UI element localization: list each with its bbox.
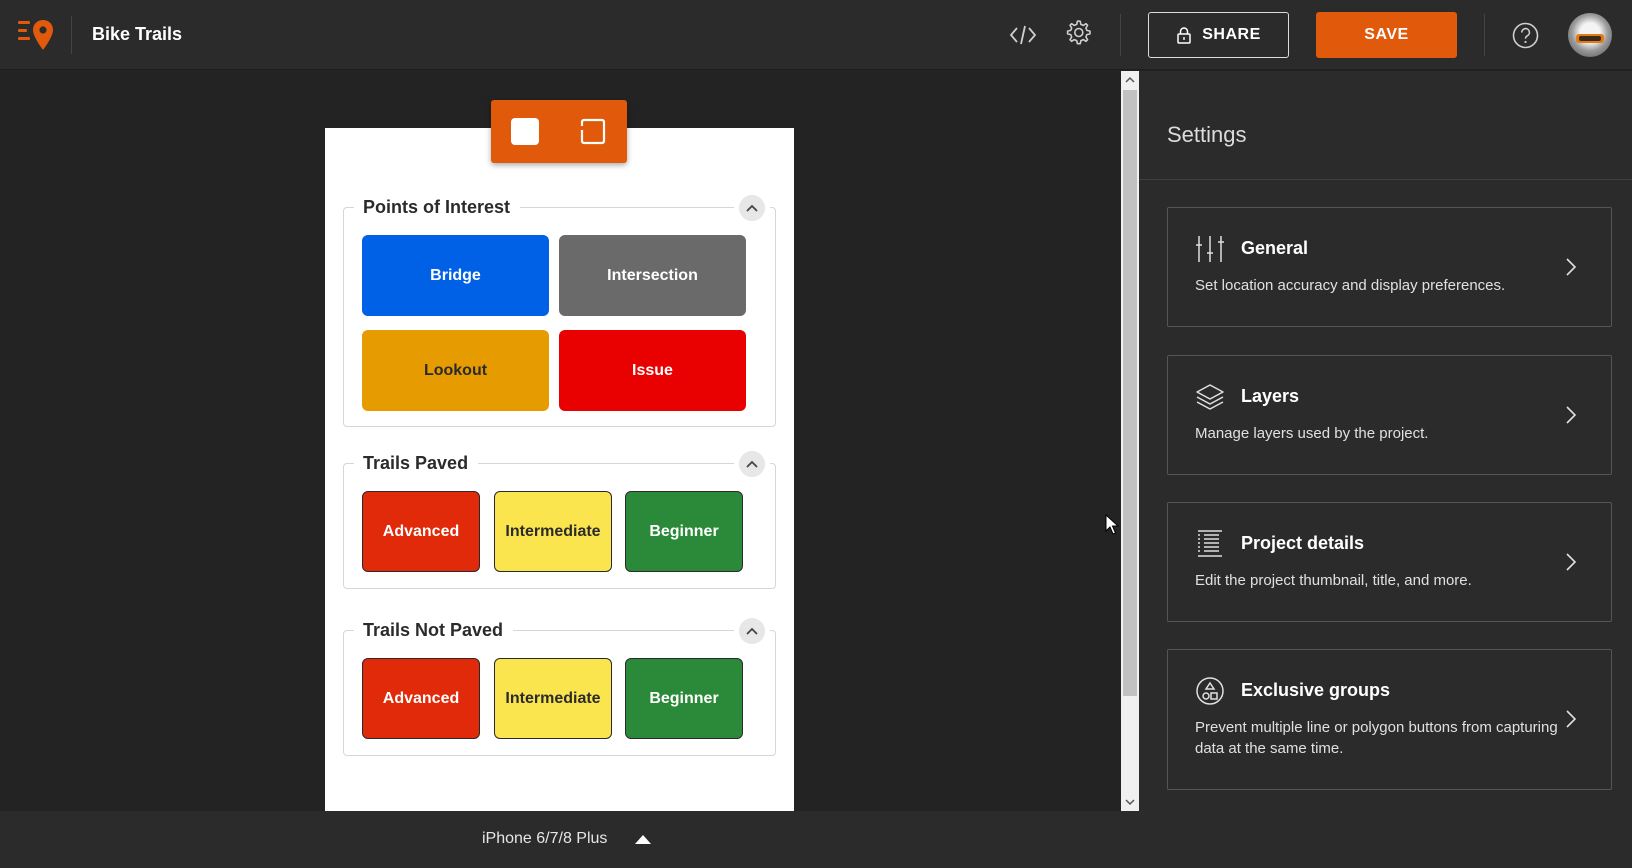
header-divider xyxy=(1120,14,1121,56)
chevron-right-icon xyxy=(1566,710,1577,728)
card-description: Edit the project thumbnail, title, and m… xyxy=(1195,572,1472,589)
chevron-up-icon xyxy=(746,460,758,468)
header-divider xyxy=(71,16,72,54)
card-title: Project details xyxy=(1241,533,1365,553)
button-group: Points of Interest Bridge Intersection L… xyxy=(343,195,776,427)
avatar[interactable] xyxy=(1568,13,1612,57)
outline-view-icon[interactable] xyxy=(579,118,607,145)
settings-card-exclusive-groups[interactable]: Exclusive groups Prevent multiple line o… xyxy=(1167,649,1612,790)
scroll-up-icon[interactable] xyxy=(1121,71,1139,89)
button-group: Trails Not Paved Advanced Intermediate B… xyxy=(343,618,776,756)
canvas-scrollbar[interactable] xyxy=(1121,71,1139,811)
quickcapture-logo-icon[interactable] xyxy=(16,17,56,53)
card-title: General xyxy=(1241,238,1309,258)
card-description: Manage layers used by the project. xyxy=(1195,425,1429,442)
view-toggle xyxy=(491,100,627,163)
save-button[interactable]: SAVE xyxy=(1316,12,1457,58)
settings-title: Settings xyxy=(1167,122,1247,147)
shapes-icon xyxy=(1196,677,1224,705)
group-title: Trails Not Paved xyxy=(354,619,514,641)
collapse-button[interactable] xyxy=(739,618,765,644)
group-title: Trails Paved xyxy=(354,452,479,474)
collapse-button[interactable] xyxy=(739,195,765,221)
capture-button-beginner[interactable]: Beginner xyxy=(625,658,743,739)
capture-button-bridge[interactable]: Bridge xyxy=(362,235,549,316)
capture-button-beginner[interactable]: Beginner xyxy=(625,491,743,572)
card-description: Prevent multiple line or polygon buttons… xyxy=(1195,719,1558,757)
chevron-up-icon xyxy=(746,204,758,212)
capture-button-advanced[interactable]: Advanced xyxy=(362,491,480,572)
settings-card-general[interactable]: General Set location accuracy and displa… xyxy=(1167,207,1612,327)
header-divider xyxy=(1484,14,1485,56)
avatar-helmet-visor xyxy=(1579,36,1601,41)
device-selector-label[interactable]: iPhone 6/7/8 Plus xyxy=(482,830,607,848)
settings-panel: Settings General Set location accuracy a… xyxy=(1139,71,1632,868)
layers-icon xyxy=(1196,384,1224,410)
settings-card-layers[interactable]: Layers Manage layers used by the project… xyxy=(1167,355,1612,475)
group-title: Points of Interest xyxy=(354,196,521,218)
panel-divider xyxy=(1139,179,1632,180)
details-icon xyxy=(1198,530,1222,557)
capture-button-intermediate[interactable]: Intermediate xyxy=(494,658,612,739)
chevron-right-icon xyxy=(1566,553,1577,571)
collapse-button[interactable] xyxy=(739,451,765,477)
capture-button-advanced[interactable]: Advanced xyxy=(362,658,480,739)
card-title: Layers xyxy=(1241,386,1300,406)
chevron-up-icon xyxy=(746,627,758,635)
app-title: Bike Trails xyxy=(92,24,183,44)
device-bar: iPhone 6/7/8 Plus xyxy=(0,811,1139,868)
caret-up-icon[interactable] xyxy=(632,829,654,849)
sliders-icon xyxy=(1196,236,1224,262)
card-description: Set location accuracy and display prefer… xyxy=(1195,277,1506,294)
code-icon[interactable] xyxy=(1008,20,1038,50)
scroll-thumb[interactable] xyxy=(1123,90,1137,696)
app-header: Bike Trails SHARE SAVE xyxy=(0,0,1632,70)
mouse-cursor-icon xyxy=(1105,514,1119,535)
capture-button-lookout[interactable]: Lookout xyxy=(362,330,549,411)
capture-button-issue[interactable]: Issue xyxy=(559,330,746,411)
button-group: Trails Paved Advanced Intermediate Begin… xyxy=(343,451,776,589)
gear-icon[interactable] xyxy=(1062,17,1094,49)
lock-icon xyxy=(1177,27,1191,44)
settings-card-project-details[interactable]: Project details Edit the project thumbna… xyxy=(1167,502,1612,622)
capture-button-intersection[interactable]: Intersection xyxy=(559,235,746,316)
share-label: SHARE xyxy=(1202,26,1261,43)
capture-button-intermediate[interactable]: Intermediate xyxy=(494,491,612,572)
filled-view-icon[interactable] xyxy=(511,118,539,145)
scroll-down-icon[interactable] xyxy=(1121,793,1139,811)
preview-canvas: Points of Interest Bridge Intersection L… xyxy=(0,71,1121,811)
phone-preview: Points of Interest Bridge Intersection L… xyxy=(325,128,794,811)
share-button[interactable]: SHARE xyxy=(1148,12,1289,58)
card-title: Exclusive groups xyxy=(1241,680,1391,700)
chevron-right-icon xyxy=(1566,406,1577,424)
help-icon[interactable] xyxy=(1512,22,1539,49)
chevron-right-icon xyxy=(1566,258,1577,276)
